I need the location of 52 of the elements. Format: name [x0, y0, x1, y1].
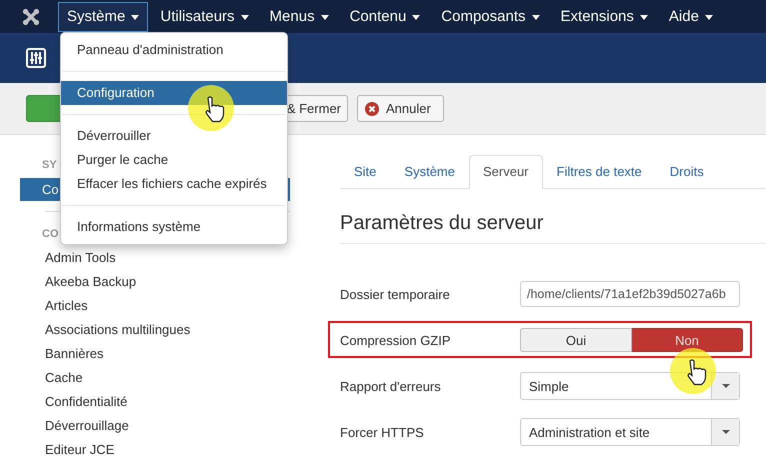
sidebar-item[interactable]: Déverrouillage [20, 414, 129, 438]
cursor-highlight-icon [187, 84, 235, 132]
sidebar-heading: SY [41, 158, 57, 172]
toggle-option[interactable]: Oui [520, 328, 632, 352]
caret-icon [722, 384, 730, 388]
caret-icon [640, 14, 648, 20]
caret-icon [412, 14, 420, 20]
menu-item[interactable]: Extensions [552, 2, 657, 32]
menu-item[interactable]: Contenu [340, 2, 430, 32]
caret-icon [320, 14, 329, 20]
cursor-highlight-icon [669, 347, 717, 395]
sidebar-item[interactable]: Akeeba Backup [20, 270, 136, 294]
sliders-icon [26, 48, 46, 68]
menu-item[interactable]: Menus [260, 2, 338, 32]
tab[interactable]: Serveur [468, 155, 543, 189]
select-field[interactable]: Administration et site [520, 418, 740, 446]
tab[interactable]: Filtres de texte [542, 155, 656, 188]
sidebar-item[interactable]: Articles [20, 294, 88, 318]
sidebar-heading: CO [41, 227, 58, 241]
sidebar-item[interactable]: Confidentialité [20, 390, 128, 414]
menu-item[interactable]: Composants [432, 2, 549, 32]
cancel-button[interactable]: Annuler [357, 95, 444, 122]
sidebar-item[interactable]: Editeur JCE [20, 438, 114, 462]
field-label: Rapport d'erreurs [340, 378, 441, 394]
logo-icon[interactable] [22, 8, 40, 26]
dropdown-item[interactable]: Panneau d'administration [61, 38, 287, 62]
field-label: Compression GZIP [340, 332, 451, 348]
cancel-icon [365, 102, 379, 116]
caret-icon [704, 14, 713, 20]
tab[interactable]: Site [340, 155, 390, 188]
dropdown-item[interactable]: Effacer les fichiers cache expirés [61, 172, 287, 196]
dropdown-item[interactable]: Purger le cache [61, 148, 287, 172]
field-label: Dossier temporaire [340, 286, 450, 302]
section-title: Paramètres du serveur [340, 211, 544, 235]
menu-item[interactable]: Utilisateurs [151, 2, 258, 32]
caret-icon [532, 14, 540, 20]
field-label: Forcer HTTPS [340, 424, 424, 440]
sidebar-item[interactable]: Associations multilingues [20, 318, 190, 342]
dropdown-item[interactable]: Déverrouiller [61, 124, 287, 148]
caret-icon [131, 14, 140, 20]
menu-item[interactable]: Système [58, 2, 148, 32]
sidebar-item[interactable]: Admin Tools [20, 246, 116, 270]
sidebar-item[interactable]: Cache [20, 366, 83, 390]
menu-item[interactable]: Aide [660, 2, 722, 32]
sidebar-item[interactable]: Bannières [20, 342, 104, 366]
tab[interactable]: Système [390, 155, 469, 188]
toggle-option[interactable]: Non [632, 328, 743, 352]
dropdown-item[interactable]: Informations système [61, 215, 287, 239]
input-field[interactable]: /home/clients/71a1ef2b39d5027a6b [520, 281, 740, 307]
caret-icon [240, 14, 249, 20]
tab[interactable]: Droits [656, 155, 718, 188]
caret-icon [722, 430, 730, 434]
